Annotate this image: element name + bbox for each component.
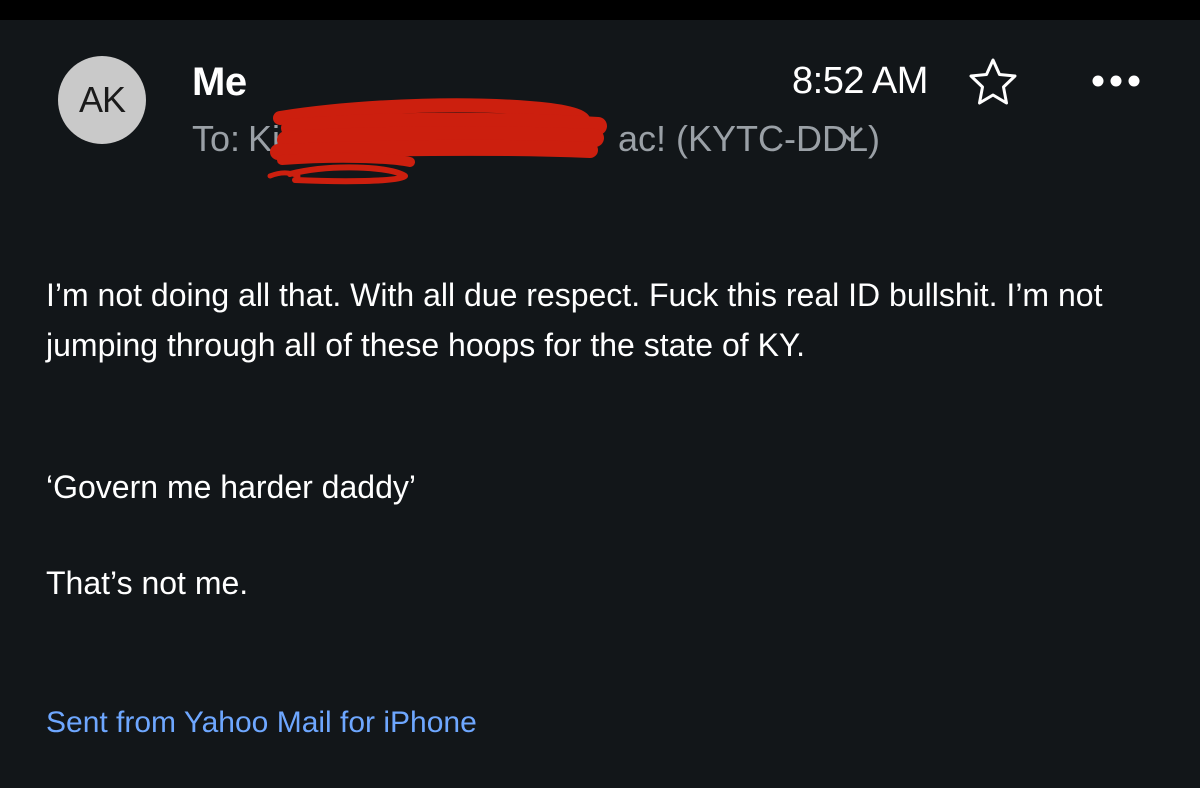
sender-name[interactable]: Me xyxy=(192,60,247,105)
to-label: To: xyxy=(192,118,241,159)
star-icon[interactable] xyxy=(964,56,1022,108)
signature-link[interactable]: Sent from Yahoo Mail for iPhone xyxy=(46,706,477,740)
message-paragraph: That’s not me. xyxy=(46,565,249,601)
more-icon[interactable] xyxy=(1090,69,1142,93)
redaction-scribble xyxy=(267,98,607,185)
chevron-down-icon[interactable] xyxy=(836,124,864,144)
avatar[interactable]: AK xyxy=(58,56,146,144)
message-paragraph: I’m not doing all that. With all due res… xyxy=(46,277,1103,363)
top-bar xyxy=(0,0,1200,20)
avatar-initials: AK xyxy=(78,79,126,120)
message-time: 8:52 AM xyxy=(792,60,928,102)
message-paragraph: ‘Govern me harder daddy’ xyxy=(46,469,416,505)
